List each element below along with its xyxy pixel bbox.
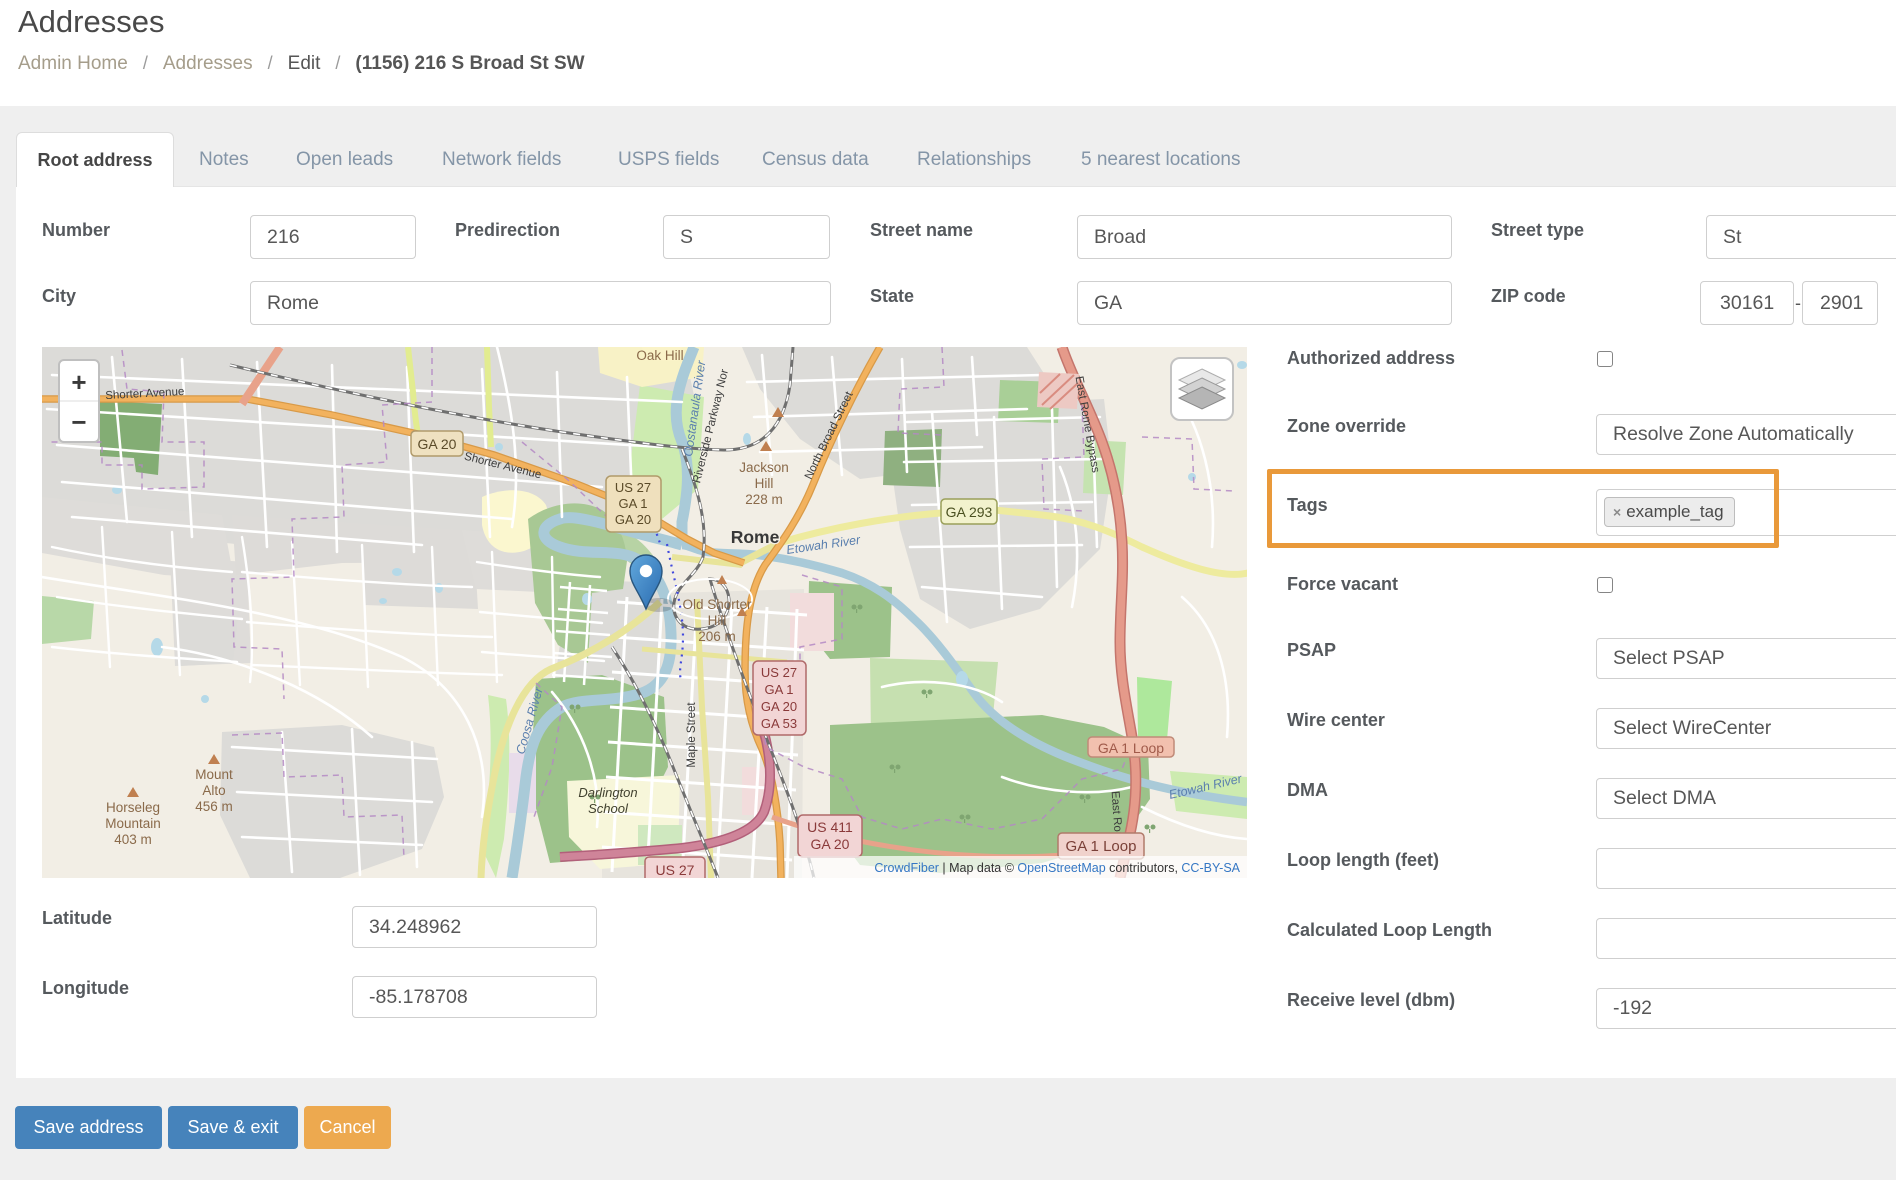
svg-text:CrowdFiber | Map data © OpenSt: CrowdFiber | Map data © OpenStreetMap co… [874,861,1240,875]
svg-text:Oak Hill: Oak Hill [636,348,683,363]
svg-text:US 27: US 27 [615,480,651,495]
svg-text:456 m: 456 m [195,799,233,814]
svg-text:GA 53: GA 53 [761,716,797,731]
svg-text:Darlington: Darlington [578,785,637,800]
svg-text:Old Shorter: Old Shorter [682,597,752,612]
svg-text:Mountain: Mountain [105,816,161,831]
svg-text:GA 293: GA 293 [946,504,993,520]
svg-text:Mount: Mount [195,767,233,782]
svg-text:US 27: US 27 [761,665,797,680]
svg-text:Alto: Alto [202,783,225,798]
svg-text:Hill: Hill [755,476,774,491]
svg-text:GA 1: GA 1 [765,682,794,697]
svg-text:−: − [71,407,86,437]
svg-text:US 27: US 27 [656,862,695,878]
svg-text:Horseleg: Horseleg [106,800,160,815]
svg-text:Jackson: Jackson [739,460,789,475]
svg-text:GA 20: GA 20 [418,436,457,452]
svg-text:GA 1 Loop: GA 1 Loop [1066,838,1137,855]
svg-text:GA 1 Loop: GA 1 Loop [1098,740,1164,756]
svg-text:GA 20: GA 20 [761,699,797,714]
svg-text:GA 20: GA 20 [811,836,850,852]
svg-text:228 m: 228 m [745,492,783,507]
svg-text:School: School [588,801,629,816]
svg-text:206 m: 206 m [698,629,736,644]
svg-text:GA 1: GA 1 [619,496,648,511]
svg-text:US 411: US 411 [807,819,853,835]
svg-text:GA 20: GA 20 [615,512,651,527]
svg-text:Hill: Hill [708,613,727,628]
svg-text:403 m: 403 m [114,832,152,847]
svg-text:Maple Street: Maple Street [686,702,698,768]
svg-text:+: + [71,367,86,397]
svg-text:Rome: Rome [731,527,780,547]
